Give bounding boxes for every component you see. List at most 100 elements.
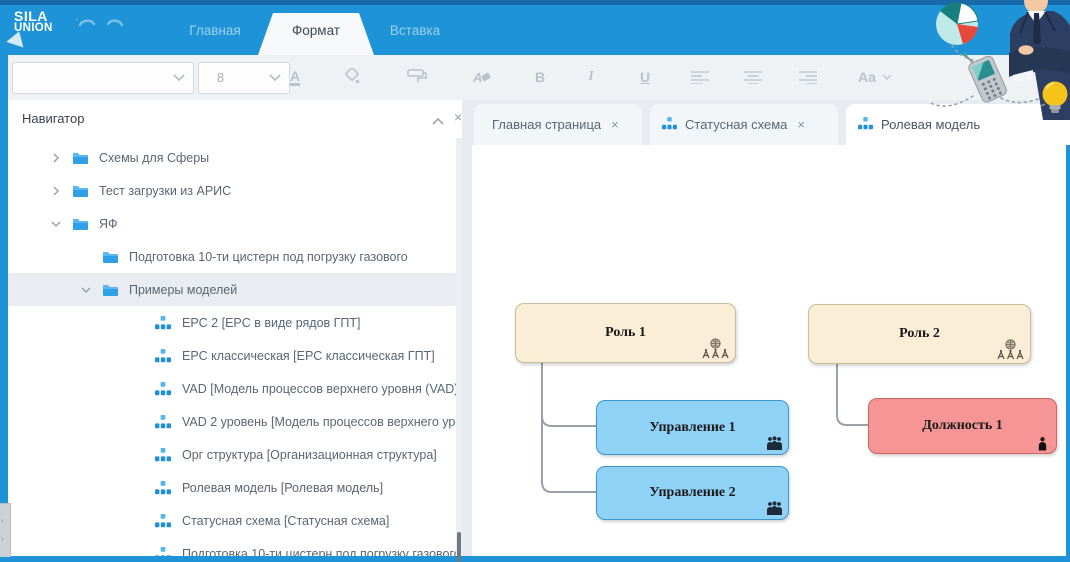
align-right-icon <box>799 71 817 84</box>
tree-item-label: Тест загрузки из АРИС <box>99 183 232 198</box>
node-label: Должность 1 <box>922 418 1003 433</box>
align-center-button[interactable] <box>737 61 769 93</box>
org-model-icon <box>155 513 172 528</box>
close-tab-icon[interactable]: × <box>797 117 805 132</box>
fill-color-button[interactable] <box>336 61 368 93</box>
diagram-node-upravlenie1[interactable]: Управление 1 <box>596 400 789 455</box>
chevron-down-icon <box>971 73 981 80</box>
diagram-node-dolzhnost1[interactable]: Должность 1 <box>868 398 1057 454</box>
doc-tab-label: Ролевая модель <box>881 117 981 132</box>
chevron-right-icon[interactable] <box>48 183 64 199</box>
person-icon <box>1038 437 1047 451</box>
undo-icon[interactable] <box>69 15 98 33</box>
node-label: Роль 2 <box>899 326 940 341</box>
close-panel-icon[interactable]: × <box>454 109 462 125</box>
tree-item-model[interactable]: Ролевая модель [Ролевая модель] <box>8 471 456 504</box>
tree-item-model[interactable]: Статусная схема [Статусная схема] <box>8 504 456 537</box>
tree-item-model[interactable]: Подготовка 10-ти цистерн под погрузку га… <box>8 537 456 556</box>
diagram-node-role1[interactable]: Роль 1 <box>515 303 736 363</box>
tree-item-model[interactable]: VAD [Модель процессов верхнего уровня (V… <box>8 372 456 405</box>
chevron-down-icon[interactable] <box>78 282 94 298</box>
align-right-button[interactable] <box>792 61 824 93</box>
folder-icon <box>102 283 119 297</box>
close-tab-icon[interactable]: × <box>611 117 619 132</box>
tree-item-folder-selected[interactable]: Примеры моделей <box>8 273 456 306</box>
tree-item-model[interactable]: VAD 2 уровень [Модель процессов верхнего… <box>8 405 456 438</box>
collapsed-panel-handle[interactable]: › › <box>0 503 11 557</box>
diagram-node-role2[interactable]: Роль 2 <box>808 304 1031 364</box>
collapse-panel-icon[interactable] <box>432 112 444 130</box>
diagram-canvas[interactable]: Роль 1 Роль 2 Управление 1 Управление 2 … <box>472 145 1066 556</box>
doc-tab-rolevaya-model[interactable]: Ролевая модель <box>846 104 1070 145</box>
chevron-down-icon[interactable] <box>48 216 64 232</box>
org-model-icon <box>662 116 677 133</box>
bold-button[interactable]: B <box>524 61 556 93</box>
tree-item-model[interactable]: Орг структура [Организационная структура… <box>8 438 456 471</box>
org-unit-icon <box>767 436 782 450</box>
text-style-button[interactable]: Aa <box>851 61 899 93</box>
navigator-title: Навигатор <box>22 110 85 126</box>
ribbon-tab-label: Формат <box>292 22 340 38</box>
chevron-right-icon: › <box>1 536 4 543</box>
clear-format-button[interactable]: A <box>466 61 498 93</box>
node-label: Роль 1 <box>605 325 646 340</box>
role-icon <box>702 338 729 359</box>
folder-icon <box>102 250 119 264</box>
tree-item-folder[interactable]: Схемы для Сферы <box>8 141 456 174</box>
scrollbar-thumb[interactable] <box>457 532 461 562</box>
diagram-node-upravlenie2[interactable]: Управление 2 <box>596 466 789 520</box>
navigator-header: Навигатор × <box>8 100 462 136</box>
tree-item-label: EPC классическая [EPC классическая ГПТ] <box>182 348 435 363</box>
more-formatting-button[interactable] <box>960 61 992 93</box>
folder-icon <box>72 184 89 198</box>
align-left-icon <box>691 71 709 84</box>
folder-icon <box>72 151 89 165</box>
italic-button[interactable]: I <box>575 61 607 93</box>
font-color-button[interactable]: A <box>279 61 311 93</box>
node-label: Управление 2 <box>649 485 736 500</box>
underline-button[interactable]: U <box>629 61 661 93</box>
ribbon-tab-format[interactable]: Формат <box>276 5 356 55</box>
app-logo: SILA UNION <box>6 8 53 48</box>
doc-tab-statusnaya-shema[interactable]: Статусная схема × <box>650 104 838 145</box>
tree-item-label: Примеры моделей <box>129 282 238 297</box>
redo-icon[interactable] <box>104 15 126 33</box>
org-model-icon <box>155 480 172 495</box>
font-color-icon: A <box>289 67 301 86</box>
svg-text:A: A <box>472 70 482 85</box>
tree-item-label: ЯФ <box>99 216 118 231</box>
logo-text-top: SILA <box>14 8 48 24</box>
doc-tab-label: Статусная схема <box>685 117 788 132</box>
ribbon-tab-label: Главная <box>189 22 241 38</box>
ribbon-tab-label: Вставка <box>389 22 441 38</box>
font-size-select[interactable]: 8 <box>198 62 290 94</box>
tree-item-label: VAD [Модель процессов верхнего уровня (V… <box>182 381 456 396</box>
tree-item-model[interactable]: EPC классическая [EPC классическая ГПТ] <box>8 339 456 372</box>
folder-icon <box>72 217 89 231</box>
org-model-icon <box>858 116 873 133</box>
tree-item-model[interactable]: EPC 2 [EPC в виде рядов ГПТ] <box>8 306 456 339</box>
tree-item-label: Статусная схема [Статусная схема] <box>182 513 390 528</box>
text-style-icon: Aa <box>858 69 876 85</box>
doc-tab-label: Главная страница <box>492 117 602 132</box>
scrollbar-track[interactable] <box>456 138 462 554</box>
tree-item-label: EPC 2 [EPC в виде рядов ГПТ] <box>182 315 361 330</box>
underline-icon: U <box>639 69 651 85</box>
tree-item-label: Ролевая модель [Ролевая модель] <box>182 480 384 495</box>
align-left-button[interactable] <box>684 61 716 93</box>
align-center-icon <box>744 71 762 84</box>
org-model-icon <box>155 315 172 330</box>
org-model-icon <box>155 348 172 363</box>
ribbon-tab-vstavka[interactable]: Вставка <box>382 5 448 55</box>
tree-item-folder[interactable]: ЯФ <box>8 207 456 240</box>
font-family-select[interactable] <box>12 62 194 94</box>
tree-item-label: Подготовка 10-ти цистерн под погрузку га… <box>182 546 456 557</box>
doc-tab-glavnaya-stranitsa[interactable]: Главная страница × <box>474 104 642 145</box>
eraser-icon: A <box>472 70 491 85</box>
tree-item-folder[interactable]: Подготовка 10-ти цистерн под погрузку га… <box>8 240 456 273</box>
tree-item-folder[interactable]: Тест загрузки из АРИС <box>8 174 456 207</box>
ribbon-tab-glavnaya[interactable]: Главная <box>180 5 250 55</box>
chevron-right-icon[interactable] <box>48 150 64 166</box>
bold-icon: B <box>534 69 546 85</box>
format-painter-button[interactable] <box>401 61 433 93</box>
